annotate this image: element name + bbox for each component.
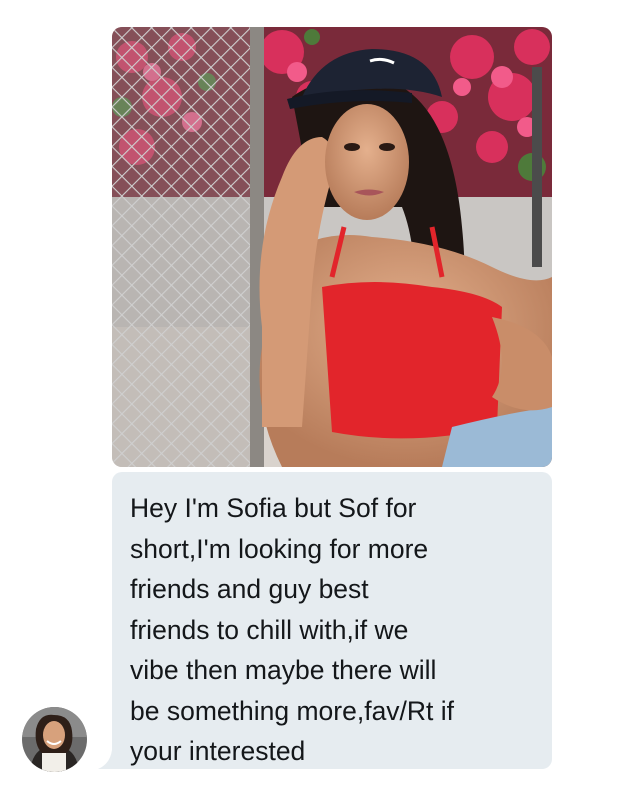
message-bubble[interactable]: Hey I'm Sofia but Sof for short,I'm look… bbox=[112, 472, 552, 769]
user-avatar-icon bbox=[22, 707, 87, 772]
photo-image bbox=[112, 27, 552, 467]
sender-avatar[interactable] bbox=[22, 707, 87, 772]
message-text: Hey I'm Sofia but Sof for short,I'm look… bbox=[130, 493, 455, 766]
dm-conversation: Hey I'm Sofia but Sof for short,I'm look… bbox=[0, 0, 630, 786]
photo-attachment[interactable] bbox=[112, 27, 552, 467]
bubble-tail bbox=[98, 750, 114, 769]
